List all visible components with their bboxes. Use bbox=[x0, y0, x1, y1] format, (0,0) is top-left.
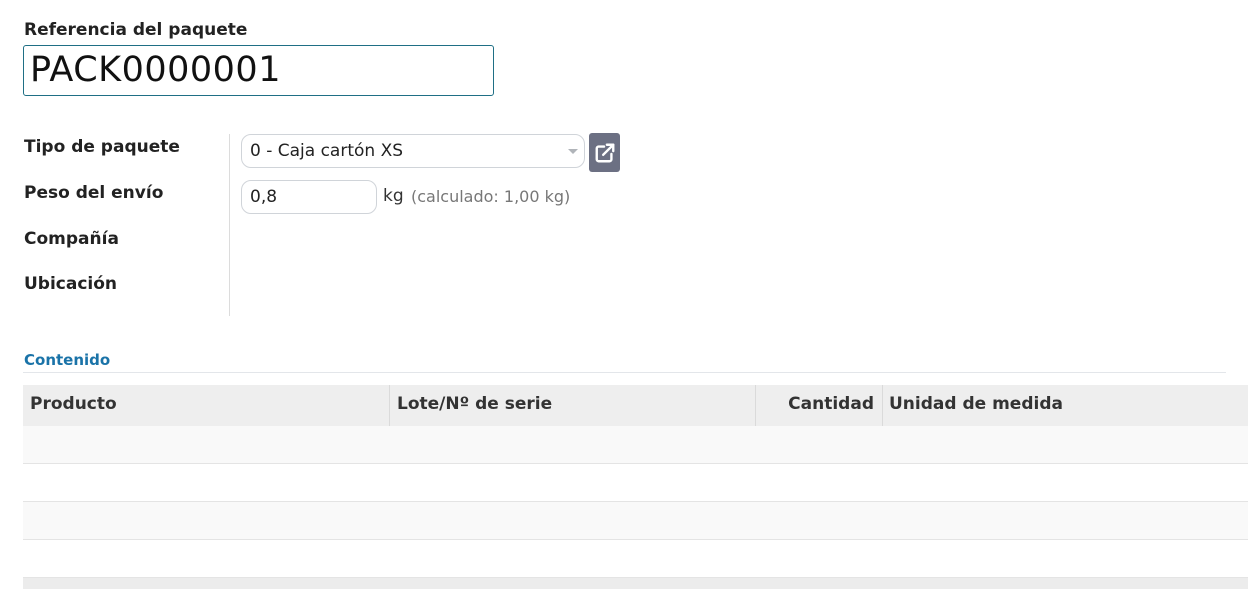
table-row bbox=[23, 540, 1248, 578]
content-table: Producto Lote/Nº de serie Cantidad Unida… bbox=[23, 385, 1248, 589]
computed-weight: (calculado: 1,00 kg) bbox=[411, 187, 571, 206]
shipping-weight-input[interactable]: 0,8 bbox=[241, 180, 377, 214]
column-header-lot[interactable]: Lote/Nº de serie bbox=[389, 385, 755, 426]
caret-down-icon bbox=[568, 149, 578, 154]
package-reference-input[interactable]: PACK0000001 bbox=[23, 45, 494, 96]
table-footer bbox=[23, 578, 1248, 589]
package-type-select[interactable]: 0 - Caja cartón XS bbox=[241, 134, 585, 168]
tab-content[interactable]: Contenido bbox=[24, 351, 110, 369]
location-label: Ubicación bbox=[24, 274, 118, 294]
table-row bbox=[23, 502, 1248, 540]
package-type-value: 0 - Caja cartón XS bbox=[250, 141, 404, 161]
open-package-type-button[interactable] bbox=[589, 133, 620, 172]
table-header: Producto Lote/Nº de serie Cantidad Unida… bbox=[23, 385, 1248, 426]
tab-divider bbox=[23, 372, 1226, 373]
table-row bbox=[23, 464, 1248, 502]
label-divider bbox=[229, 134, 230, 316]
shipping-weight-label: Peso del envío bbox=[24, 183, 164, 203]
column-header-uom[interactable]: Unidad de medida bbox=[882, 385, 1248, 426]
table-row bbox=[23, 426, 1248, 464]
company-label: Compañía bbox=[24, 229, 119, 249]
external-link-icon bbox=[595, 143, 614, 162]
package-type-label: Tipo de paquete bbox=[24, 137, 180, 157]
column-header-quantity[interactable]: Cantidad bbox=[755, 385, 882, 426]
weight-unit: kg bbox=[383, 186, 404, 206]
package-reference-label: Referencia del paquete bbox=[24, 20, 248, 40]
package-form: Referencia del paquete PACK0000001 Tipo … bbox=[0, 0, 1257, 613]
column-header-product[interactable]: Producto bbox=[23, 385, 389, 426]
